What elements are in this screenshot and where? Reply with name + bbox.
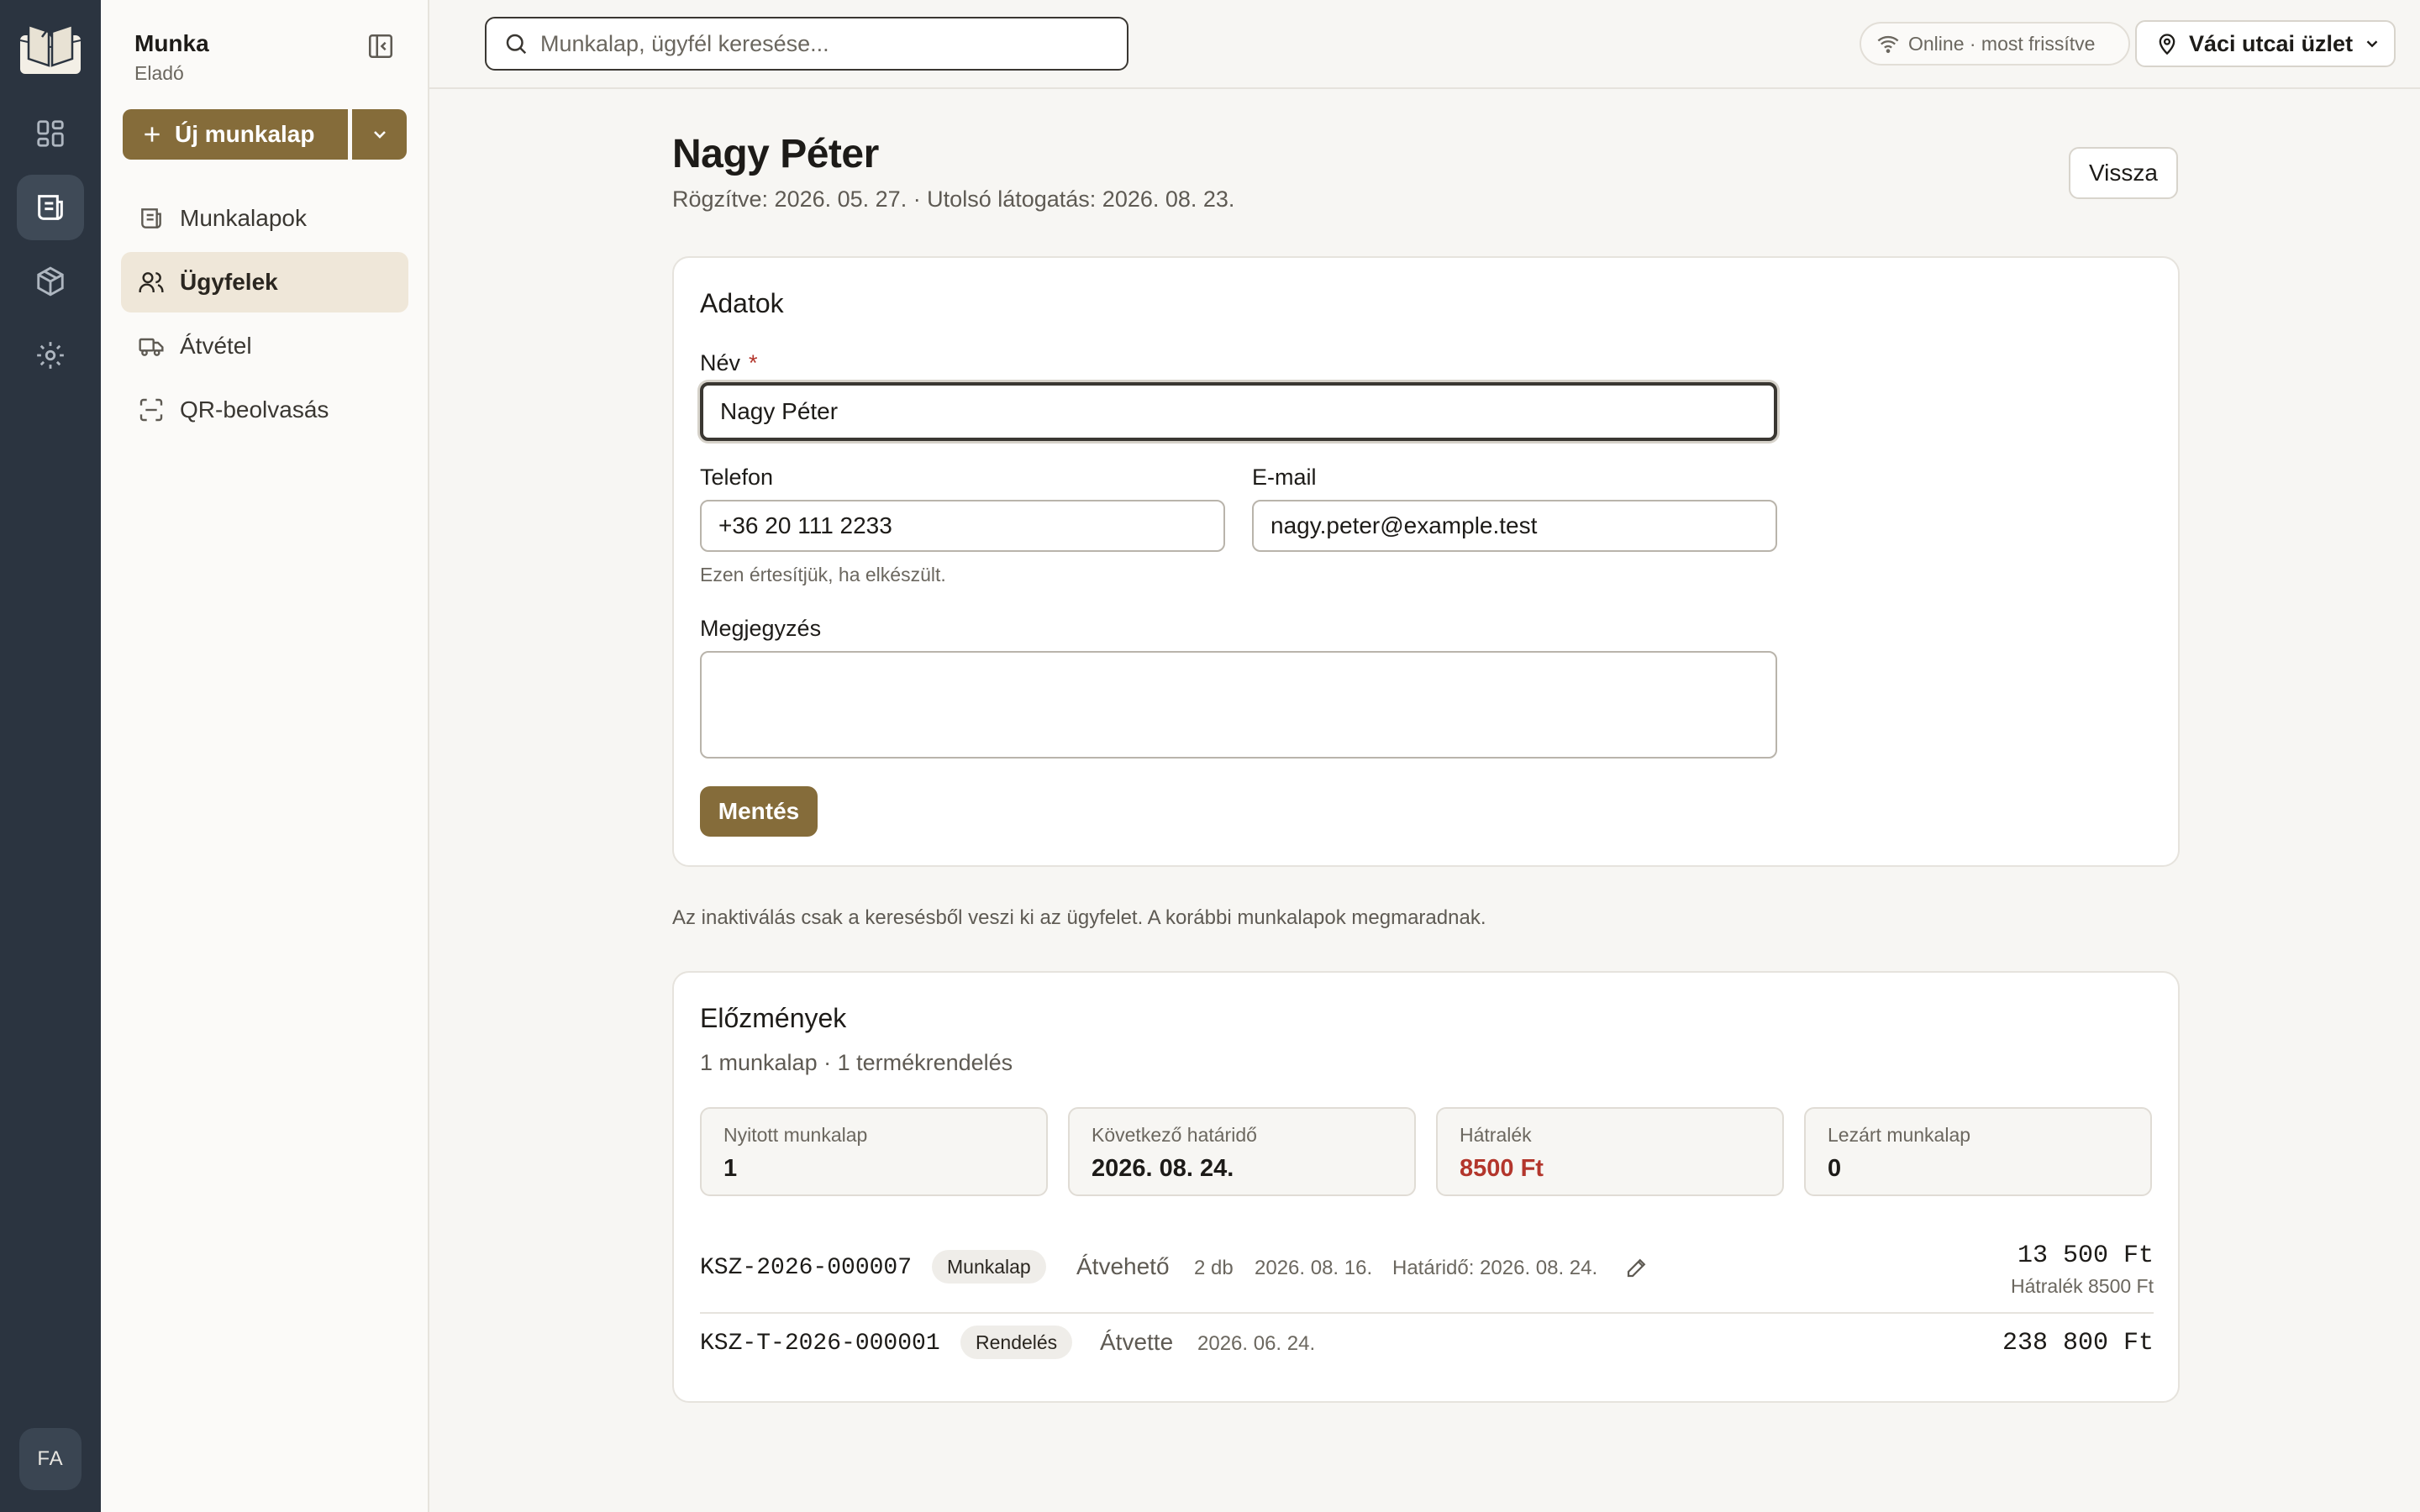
history-row[interactable]: KSZ-T-2026-000001 Rendelés Átvette 2026.…: [700, 1317, 2154, 1384]
chevron-down-icon: [2366, 40, 2378, 48]
status-text: Átvehető: [1076, 1253, 1170, 1279]
sidebar-item-pickup[interactable]: Átvétel: [121, 316, 408, 376]
note-label: Megjegyzés: [700, 616, 822, 641]
quantity-text: 2 db: [1194, 1257, 1234, 1279]
collapse-sidebar-icon[interactable]: [366, 32, 395, 60]
phone-field[interactable]: +36 20 111 2233: [700, 500, 1225, 552]
stat-balance-due: Hátralék 8500 Ft: [1436, 1107, 1784, 1196]
wifi-icon: [1877, 35, 1899, 54]
email-field[interactable]: nagy.peter@example.test: [1252, 500, 1777, 552]
chevron-down-icon: [373, 131, 386, 139]
history-card: Előzmények 1 munkalap · 1 termékrendelés…: [672, 971, 2180, 1403]
app-logo[interactable]: [17, 18, 84, 77]
user-avatar[interactable]: FA: [19, 1428, 82, 1490]
name-label: Név *: [700, 350, 758, 375]
stat-value: 2026. 08. 24.: [1092, 1155, 1234, 1182]
store-selector[interactable]: Váci utcai üzlet: [2135, 20, 2396, 67]
stat-label: Lezárt munkalap: [1828, 1124, 1971, 1146]
plus-icon: [145, 127, 160, 142]
app-title: Munka: [134, 30, 209, 56]
sidebar-item-label: Munkalapok: [180, 205, 307, 231]
phone-label: Telefon: [700, 465, 774, 490]
sidebar-item-qr-scan[interactable]: QR-beolvasás: [121, 380, 408, 440]
stat-label: Következő határidő: [1092, 1124, 1257, 1146]
name-field[interactable]: Nagy Péter: [700, 382, 1777, 441]
date-text: 2026. 08. 16.: [1255, 1257, 1373, 1279]
store-name: Váci utcai üzlet: [2189, 30, 2354, 56]
type-badge: Munkalap: [932, 1250, 1046, 1284]
user-role: Eladó: [134, 62, 184, 84]
deadline-text: Határidő: 2026. 08. 24.: [1392, 1257, 1598, 1279]
type-badge: Rendelés: [960, 1326, 1073, 1359]
order-code[interactable]: KSZ-2026-000007: [700, 1255, 912, 1281]
worksheet-icon: [141, 208, 161, 228]
email-label: E-mail: [1252, 465, 1317, 490]
page-title: Nagy Péter: [672, 132, 879, 176]
sidebar-item-label: Átvétel: [180, 333, 252, 359]
connection-status-badge: Online · most frissítve: [1860, 22, 2130, 66]
phone-hint: Ezen értesítjük, ha elkészült.: [700, 564, 946, 585]
customer-details-card: Adatok Név * Nagy Péter Telefon +36 20 11…: [672, 256, 2180, 867]
balance-due-text: Hátralék 8500 Ft: [2010, 1275, 2154, 1297]
gear-icon: [37, 342, 64, 369]
qr-scan-icon: [139, 398, 163, 422]
truck-icon: [139, 338, 164, 356]
status-text: Átvette: [1100, 1329, 1174, 1355]
rail-dashboard-button[interactable]: [17, 101, 84, 166]
new-worksheet-button[interactable]: Új munkalap: [123, 109, 348, 160]
sidebar: Munka Eladó Új munkalap Munkalapok Ügyfe…: [101, 0, 429, 1512]
amount-text: 13 500 Ft: [2017, 1242, 2154, 1270]
stat-value: 0: [1828, 1155, 1842, 1182]
icon-rail: FA: [0, 0, 101, 1512]
page-meta: Rögzítve: 2026. 05. 27. · Utolsó látogat…: [672, 186, 1235, 212]
order-code[interactable]: KSZ-T-2026-000001: [700, 1331, 940, 1357]
note-textarea[interactable]: [700, 651, 1777, 759]
sidebar-item-label: QR-beolvasás: [180, 396, 329, 423]
back-button[interactable]: Vissza: [2069, 147, 2178, 199]
stat-value: 1: [723, 1155, 738, 1182]
map-pin-icon: [2159, 34, 2175, 55]
topbar: Online · most frissítve Váci utcai üzlet: [429, 0, 2420, 89]
dashboard-icon: [37, 120, 64, 147]
worksheet-icon: [38, 195, 63, 220]
section-title-history: Előzmények: [700, 1003, 847, 1033]
sidebar-item-label: Ügyfelek: [180, 269, 278, 295]
date-text: 2026. 06. 24.: [1197, 1332, 1316, 1355]
save-button[interactable]: Mentés: [700, 786, 818, 837]
new-worksheet-label: Új munkalap: [175, 121, 315, 147]
search-input[interactable]: [540, 30, 1112, 57]
app-root: FA Munka Eladó Új munkalap Munkalapok Üg…: [0, 0, 2420, 1512]
sidebar-item-customers[interactable]: Ügyfelek: [121, 252, 408, 312]
stat-label: Hátralék: [1460, 1124, 1532, 1146]
edit-icon[interactable]: [1624, 1255, 1649, 1284]
inactive-note: Az inaktiválás csak a keresésből veszi k…: [672, 906, 1486, 929]
stat-value: 8500 Ft: [1460, 1155, 1544, 1182]
row-divider: [700, 1312, 2154, 1314]
search-icon: [506, 34, 527, 55]
connection-status-text: Online · most frissítve: [1908, 32, 2096, 55]
history-counts: 1 munkalap · 1 termékrendelés: [700, 1050, 1013, 1075]
stat-open-worksheets: Nyitott munkalap 1: [700, 1107, 1048, 1196]
required-marker: *: [749, 350, 758, 375]
amount-text: 238 800 Ft: [2002, 1329, 2154, 1357]
new-worksheet-dropdown-button[interactable]: [352, 109, 407, 160]
rail-settings-button[interactable]: [17, 323, 84, 388]
rail-worksheets-button[interactable]: [17, 175, 84, 240]
rail-products-button[interactable]: [17, 249, 84, 314]
search-box[interactable]: [485, 17, 1128, 71]
history-row[interactable]: KSZ-2026-000007 Munkalap Átvehető 2 db 2…: [700, 1238, 2154, 1305]
package-icon: [37, 266, 64, 297]
users-icon: [139, 272, 164, 292]
stat-label: Nyitott munkalap: [723, 1124, 868, 1146]
section-title-details: Adatok: [700, 288, 784, 318]
stat-next-deadline: Következő határidő 2026. 08. 24.: [1068, 1107, 1416, 1196]
stat-closed-worksheets: Lezárt munkalap 0: [1804, 1107, 2152, 1196]
sidebar-item-worksheets[interactable]: Munkalapok: [121, 188, 408, 249]
